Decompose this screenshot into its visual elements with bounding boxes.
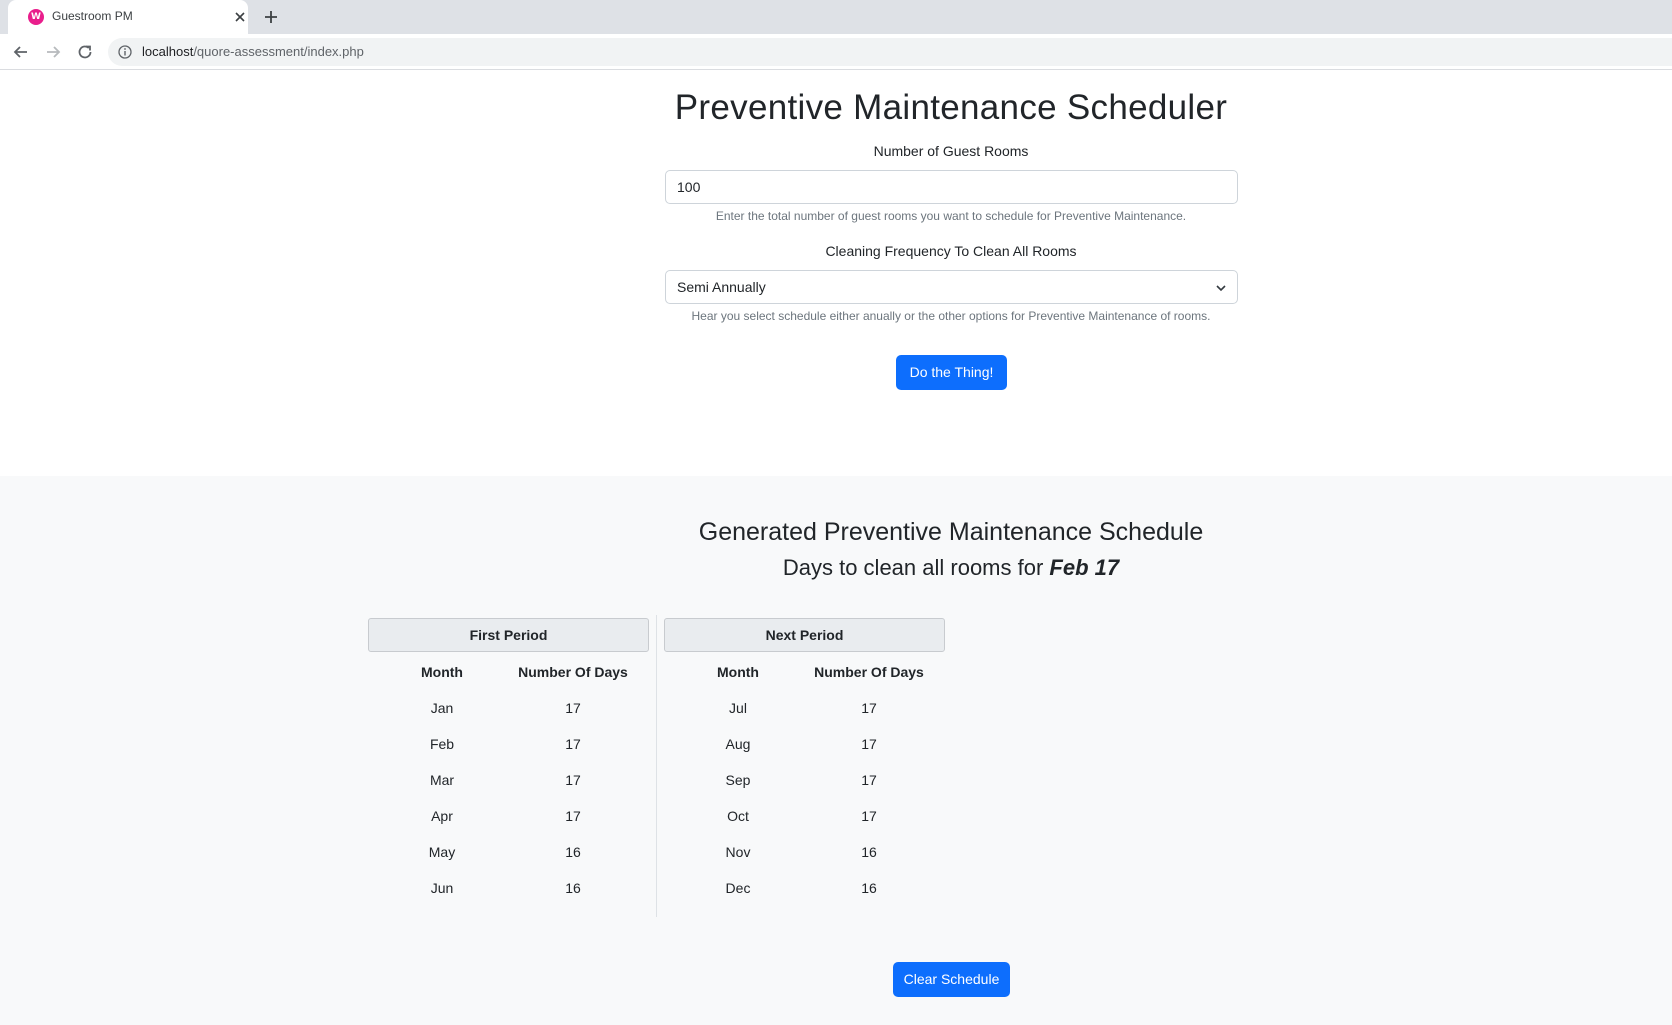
cell-days: 17: [565, 700, 581, 716]
clear-schedule-button[interactable]: Clear Schedule: [893, 962, 1010, 997]
cell-days: 16: [565, 880, 581, 896]
rooms-help-text: Enter the total number of guest rooms yo…: [715, 209, 1187, 223]
cell-month: Feb: [429, 736, 455, 752]
next-period-table: Next Period Month Number Of Days Jul 17 …: [664, 618, 945, 896]
page-title: Preventive Maintenance Scheduler: [674, 88, 1228, 127]
cell-days: 16: [565, 844, 581, 860]
cell-days: 17: [861, 736, 877, 752]
info-icon[interactable]: [118, 45, 132, 59]
cell-month: Apr: [431, 808, 453, 824]
results-subtitle-prefix: Days to clean all rooms for: [782, 555, 1044, 580]
cell-month: Aug: [725, 736, 751, 752]
browser-toolbar: localhost/quore-assessment/index.php: [0, 34, 1672, 70]
browser-tab[interactable]: W Guestroom PM: [8, 0, 248, 34]
cell-month: Jun: [430, 880, 454, 896]
cell-month: May: [428, 844, 456, 860]
reload-icon[interactable]: [76, 43, 94, 61]
cell-month: Mar: [429, 772, 455, 788]
cell-month: Nov: [725, 844, 751, 860]
tab-title: Guestroom PM: [52, 9, 133, 23]
column-header-month: Month: [717, 664, 759, 680]
url-text: localhost/quore-assessment/index.php: [142, 44, 364, 59]
period-header: First Period: [368, 618, 649, 652]
do-the-thing-button[interactable]: Do the Thing!: [896, 355, 1007, 390]
close-icon[interactable]: [232, 9, 248, 25]
cell-days: 17: [861, 808, 877, 824]
results-subtitle: Days to clean all rooms for Feb 17: [0, 555, 1672, 581]
chevron-down-icon: [1216, 285, 1226, 292]
frequency-label: Cleaning Frequency To Clean All Rooms: [825, 243, 1077, 259]
cell-days: 17: [861, 772, 877, 788]
frequency-select[interactable]: Semi Annually: [665, 270, 1238, 304]
cell-days: 17: [861, 700, 877, 716]
rooms-label: Number of Guest Rooms: [873, 143, 1029, 159]
cell-month: Jan: [430, 700, 454, 716]
back-arrow-icon[interactable]: [12, 43, 30, 61]
frequency-help-text: Hear you select schedule either anually …: [691, 309, 1211, 323]
cell-days: 16: [861, 880, 877, 896]
new-tab-plus-icon[interactable]: [262, 8, 280, 26]
cell-month: Jul: [729, 700, 747, 716]
address-bar[interactable]: localhost/quore-assessment/index.php: [108, 38, 1672, 66]
first-period-table: First Period Month Number Of Days Jan 17…: [368, 618, 649, 896]
forward-arrow-icon[interactable]: [44, 43, 62, 61]
cell-month: Sep: [725, 772, 751, 788]
results-title: Generated Preventive Maintenance Schedul…: [698, 518, 1204, 546]
column-header-days: Number Of Days: [518, 664, 628, 680]
frequency-selected-value: Semi Annually: [677, 279, 766, 295]
cell-month: Oct: [727, 808, 749, 824]
schedule-results-section: Generated Preventive Maintenance Schedul…: [0, 476, 1672, 1025]
url-path: /quore-assessment/index.php: [193, 44, 364, 59]
favicon-icon: W: [28, 9, 44, 25]
column-header-days: Number Of Days: [814, 664, 924, 680]
cell-days: 17: [565, 772, 581, 788]
period-header: Next Period: [664, 618, 945, 652]
cell-month: Dec: [725, 880, 751, 896]
cell-days: 16: [861, 844, 877, 860]
browser-tabstrip: W Guestroom PM: [0, 0, 1672, 34]
rooms-input[interactable]: 100: [665, 170, 1238, 204]
url-host: localhost: [142, 44, 194, 59]
period-divider: [656, 615, 657, 917]
results-subtitle-date: Feb 17: [1049, 555, 1120, 580]
cell-days: 17: [565, 736, 581, 752]
cell-days: 17: [565, 808, 581, 824]
column-header-month: Month: [421, 664, 463, 680]
